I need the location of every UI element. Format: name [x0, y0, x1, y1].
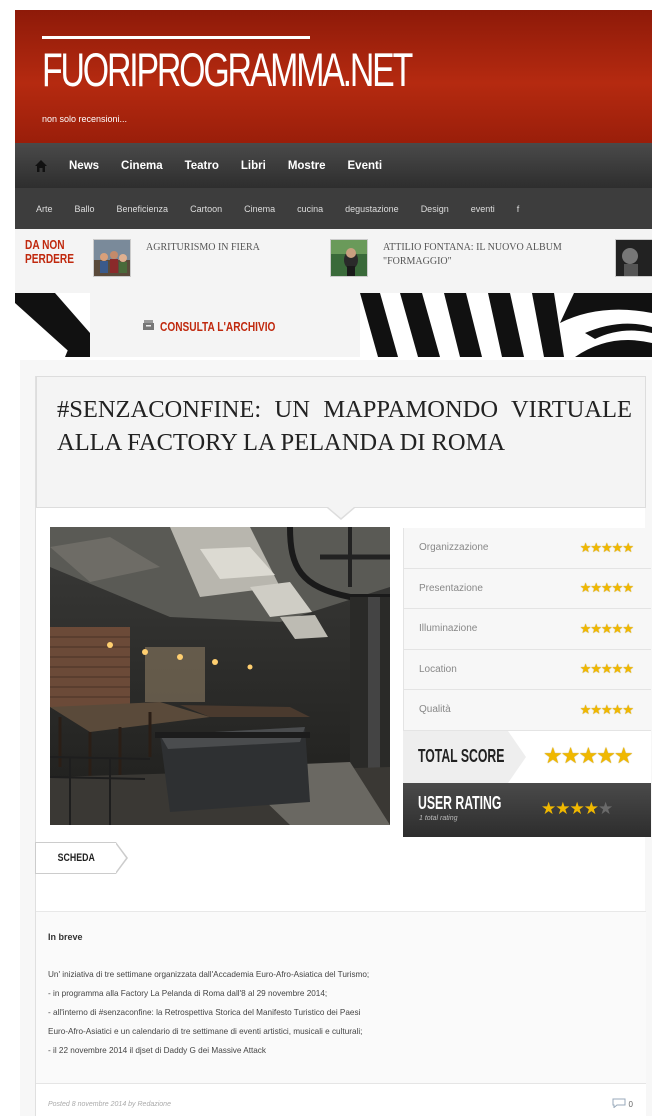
summary-line: - all'interno di #senzaconfine: la Retro… [48, 1008, 361, 1017]
cat-item-design[interactable]: Design [421, 204, 449, 214]
title-notch [328, 507, 354, 518]
article-title: #SENZACONFINE: UN MAPPAMONDO VIRTUALE AL… [57, 396, 632, 456]
star-filled-icon[interactable]: ★ [541, 799, 556, 818]
criterion-stars: ★★★★★ [579, 539, 634, 555]
cat-item-ballo[interactable]: Ballo [75, 204, 95, 214]
featured-thumbnail[interactable] [93, 239, 131, 277]
criterion-label: Illuminazione [419, 623, 478, 635]
star-empty-icon[interactable]: ★ [598, 799, 613, 818]
user-rating-stars[interactable]: ★★★★★ [541, 799, 613, 819]
archive-label[interactable]: CONSULTA L'ARCHIVIO [160, 319, 275, 334]
review-row: Organizzazione ★★★★★ [403, 528, 651, 569]
archive-icon [143, 317, 154, 335]
featured-thumbnail[interactable] [330, 239, 368, 277]
star-filled-icon[interactable]: ★ [584, 799, 599, 818]
total-score-arrow [508, 730, 526, 783]
featured-item[interactable]: ATTILIO FONTANA: IL NUOVO ALBUM "FORMAGG… [330, 239, 598, 277]
comment-count[interactable]: 0 [629, 1100, 633, 1109]
criterion-label: Qualità [419, 704, 451, 716]
tab-scheda-body[interactable]: SCHEDA [35, 842, 117, 874]
archive-box: CONSULTA L'ARCHIVIO [90, 293, 360, 357]
logo-rule [42, 36, 310, 39]
archive-link[interactable]: CONSULTA L'ARCHIVIO [143, 317, 308, 335]
site-tagline: non solo recensioni... [42, 114, 128, 124]
review-row: Presentazione ★★★★★ [403, 568, 651, 609]
review-row: Qualità ★★★★★ [403, 690, 651, 731]
nav-item-news[interactable]: News [69, 160, 99, 172]
featured-item[interactable]: AGRITURISMO IN FIERA [93, 239, 361, 277]
nav-item-mostre[interactable]: Mostre [288, 160, 326, 172]
cat-item-arte[interactable]: Arte [36, 204, 53, 214]
cat-item-beneficienza[interactable]: Beneficienza [117, 204, 169, 214]
da-non-perdere-bar: DA NON PERDERE AGRITURISMO IN FIERA ATTI… [15, 229, 652, 293]
tab-scheda-arrow [115, 842, 129, 874]
archive-banner: CONSULTA L'ARCHIVIO [15, 293, 652, 357]
criterion-stars: ★★★★★ [579, 701, 634, 717]
criterion-stars: ★★★★★ [579, 580, 634, 596]
review-row: Illuminazione ★★★★★ [403, 609, 651, 650]
user-rating-count: 1 total rating [419, 814, 458, 822]
featured-title[interactable]: AGRITURISMO IN FIERA [146, 241, 361, 277]
criterion-label: Location [419, 663, 457, 675]
summary-line: - in programma alla Factory La Pelanda d… [48, 989, 328, 998]
user-rating[interactable]: USER RATING 1 total rating ★★★★★ [403, 782, 651, 837]
total-score-label: TOTAL SCORE [418, 745, 505, 766]
home-icon[interactable] [35, 159, 47, 172]
star-filled-icon[interactable]: ★ [570, 799, 585, 818]
article-photo[interactable] [50, 527, 390, 825]
tab-scheda-label[interactable]: SCHEDA [58, 852, 95, 864]
review-box: Organizzazione ★★★★★ Presentazione ★★★★★… [403, 528, 651, 843]
cat-item-cucina[interactable]: cucina [297, 204, 323, 214]
criterion-stars: ★★★★★ [579, 661, 634, 677]
total-score: TOTAL SCORE ★★★★★ [403, 730, 651, 783]
post-meta: Posted 8 novembre 2014 by Redazione [48, 1101, 171, 1108]
featured-thumbnail[interactable] [615, 239, 652, 277]
category-nav: Arte Ballo Beneficienza Cartoon Cinema c… [15, 188, 652, 229]
total-score-stars: ★★★★★ [543, 742, 634, 768]
cat-item-more[interactable]: f [517, 204, 520, 214]
summary-line: Euro-Afro-Asiatici e un calendario di tr… [48, 1027, 363, 1036]
star-filled-icon[interactable]: ★ [555, 799, 570, 818]
tab-scheda[interactable]: SCHEDA [35, 842, 129, 874]
summary-line: - il 22 novembre 2014 il djset di Daddy … [48, 1046, 266, 1055]
article-card: #SENZACONFINE: UN MAPPAMONDO VIRTUALE AL… [35, 376, 651, 1116]
user-rating-label: USER RATING [418, 792, 502, 813]
article-title-box: #SENZACONFINE: UN MAPPAMONDO VIRTUALE AL… [36, 376, 646, 508]
article-container: #SENZACONFINE: UN MAPPAMONDO VIRTUALE AL… [20, 360, 652, 1116]
featured-item[interactable] [615, 239, 652, 277]
comment-icon[interactable] [612, 1095, 626, 1113]
article-footer: Posted 8 novembre 2014 by Redazione 0 [36, 1083, 646, 1116]
logo-text: FUORIPROGRAMMA.NET [42, 43, 413, 96]
nav-item-eventi[interactable]: Eventi [348, 160, 383, 172]
cat-item-cartoon[interactable]: Cartoon [190, 204, 222, 214]
criterion-label: Presentazione [419, 582, 483, 594]
site-header: FUORIPROGRAMMA.NET non solo recensioni..… [15, 10, 652, 143]
cat-item-cinema[interactable]: Cinema [244, 204, 275, 214]
nav-item-libri[interactable]: Libri [241, 160, 266, 172]
banner-pattern-right [360, 293, 652, 357]
cat-item-degustazione[interactable]: degustazione [345, 204, 399, 214]
comments-link[interactable]: 0 [612, 1095, 633, 1113]
cat-item-eventi[interactable]: eventi [471, 204, 495, 214]
nav-item-teatro[interactable]: Teatro [185, 160, 219, 172]
review-row: Location ★★★★★ [403, 649, 651, 690]
summary-heading: In breve [48, 932, 83, 942]
main-nav: News Cinema Teatro Libri Mostre Eventi [15, 143, 652, 188]
criterion-stars: ★★★★★ [579, 620, 634, 636]
summary-line: Un' iniziativa di tre settimane organizz… [48, 970, 370, 979]
featured-title[interactable]: ATTILIO FONTANA: IL NUOVO ALBUM "FORMAGG… [383, 241, 598, 277]
da-non-perdere-label: DA NON PERDERE [25, 237, 75, 266]
banner-pattern-left [15, 293, 90, 357]
summary-body: Un' iniziativa di tre settimane organizz… [48, 965, 638, 1060]
nav-item-cinema[interactable]: Cinema [121, 160, 163, 172]
article-summary: In breve Un' iniziativa di tre settimane… [36, 911, 646, 1083]
criterion-label: Organizzazione [419, 542, 489, 554]
